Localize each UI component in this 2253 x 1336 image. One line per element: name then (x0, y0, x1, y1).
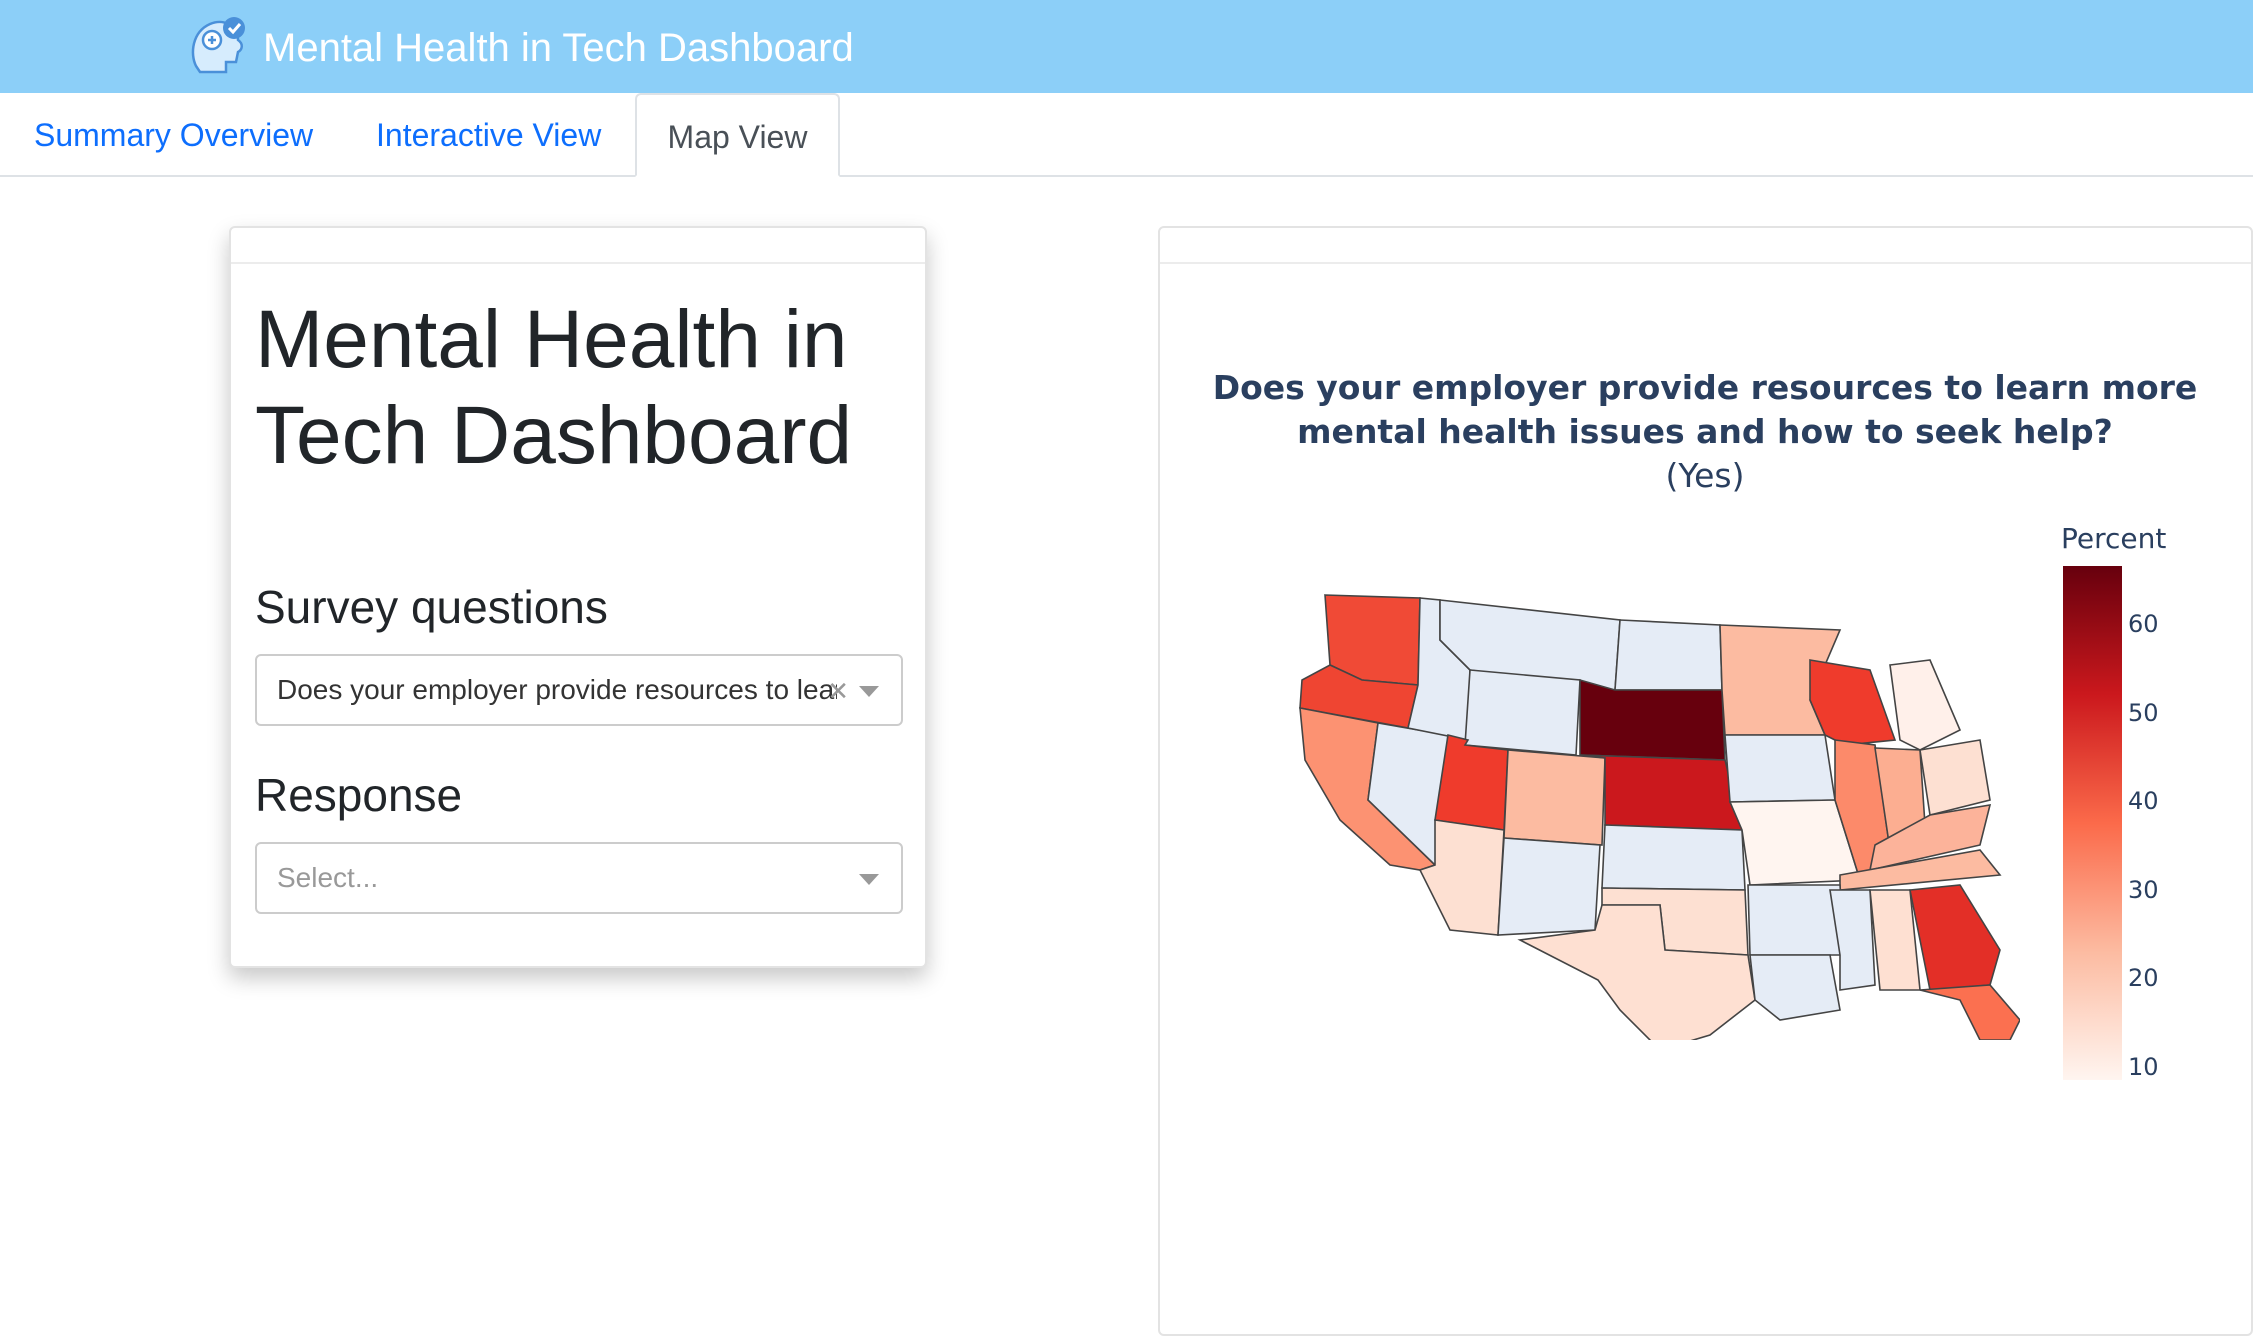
state-mi[interactable] (1889, 659, 1962, 751)
state-co[interactable] (1503, 749, 1606, 846)
survey-question-value: Does your employer provide resources to … (277, 674, 837, 705)
app-title: Mental Health in Tech Dashboard (263, 26, 854, 70)
map-title: Does your employer provide resources to … (1212, 368, 2198, 451)
colorbar-tick: 40 (2128, 787, 2159, 815)
state-ga[interactable] (1909, 884, 2001, 991)
card-header (1160, 228, 2251, 264)
chevron-down-icon[interactable] (859, 686, 879, 697)
state-ks[interactable] (1601, 824, 1746, 891)
colorbar-tick: 20 (2128, 964, 2159, 992)
state-nd[interactable] (1614, 619, 1723, 691)
survey-question-dropdown[interactable]: Does your employer provide resources to … (255, 654, 903, 726)
state-oh[interactable] (1919, 739, 1991, 816)
state-la[interactable] (1749, 954, 1841, 1021)
controls-card: Mental Health in Tech Dashboard Survey q… (229, 226, 927, 968)
state-fl[interactable] (1919, 984, 2020, 1040)
colorbar-tick: 50 (2128, 699, 2159, 727)
state-ut[interactable] (1434, 734, 1509, 831)
app-header: Mental Health in Tech Dashboard (0, 0, 2253, 93)
card-header (231, 228, 925, 264)
brain-check-icon (191, 17, 245, 74)
colorbar-title: Percent (2061, 522, 2167, 555)
colorbar-tick: 60 (2128, 610, 2159, 638)
response-dropdown[interactable]: Select... (255, 842, 903, 914)
dashboard-heading: Mental Health in Tech Dashboard (255, 294, 853, 481)
state-wy[interactable] (1464, 669, 1581, 756)
state-sd[interactable] (1579, 678, 1726, 761)
map-subtitle: (Yes) (1665, 456, 1745, 495)
colorbar (2063, 566, 2122, 1080)
state-nm[interactable] (1497, 837, 1601, 936)
clear-icon[interactable]: ✕ (827, 678, 849, 704)
us-choropleth-map[interactable] (1280, 580, 2020, 1040)
response-label: Response (255, 769, 463, 821)
chevron-down-icon[interactable] (859, 874, 879, 885)
tab-map-view[interactable]: Map View (635, 93, 840, 177)
tab-summary-overview[interactable]: Summary Overview (34, 93, 313, 177)
state-ne[interactable] (1579, 754, 1744, 831)
tab-bar: Summary Overview Interactive View Map Vi… (0, 93, 2253, 177)
state-ia[interactable] (1724, 734, 1836, 803)
response-placeholder: Select... (277, 862, 379, 893)
survey-questions-label: Survey questions (255, 581, 608, 633)
colorbar-tick: 10 (2128, 1053, 2159, 1081)
tab-interactive-view[interactable]: Interactive View (376, 93, 601, 177)
colorbar-tick: 30 (2128, 876, 2159, 904)
